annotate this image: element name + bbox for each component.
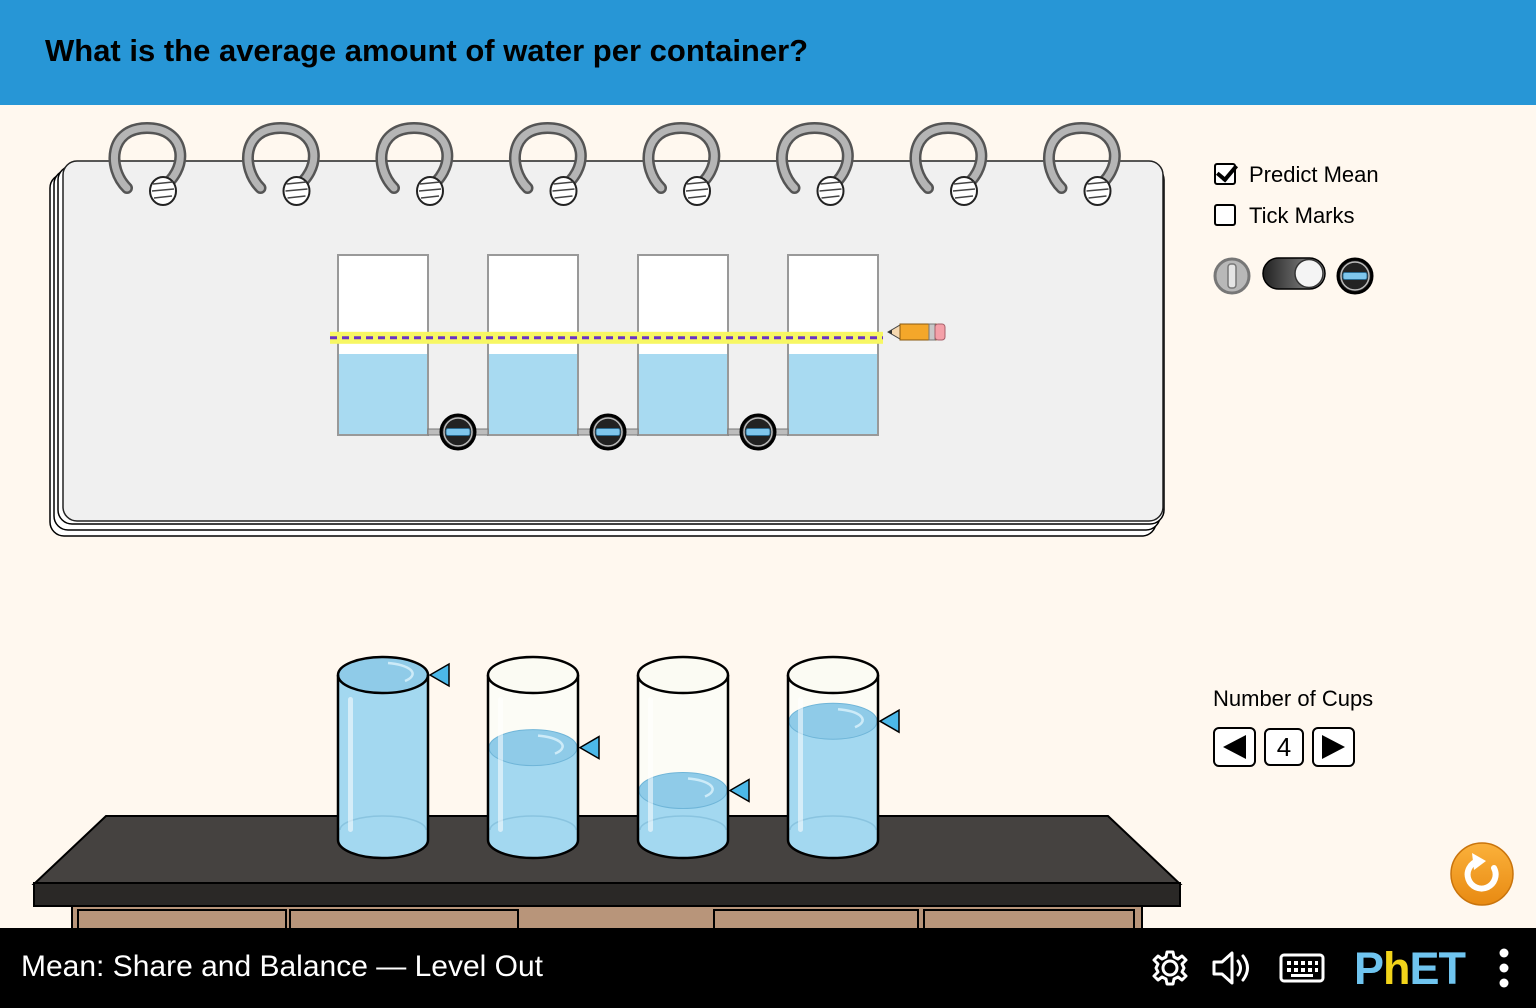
notepad-cup-water (638, 354, 728, 435)
cabinet-drawer (289, 909, 519, 928)
notepad-cup[interactable] (487, 254, 579, 436)
notepad-cup[interactable] (637, 254, 729, 436)
speaker-icon[interactable] (1210, 948, 1258, 988)
table-cup (786, 655, 880, 860)
cabinet-drawer (713, 909, 919, 928)
predict-mean-label[interactable]: Predict Mean (1249, 162, 1379, 188)
valve-closed-icon[interactable] (589, 413, 627, 451)
notepad-cup[interactable] (787, 254, 879, 436)
water-level-handle[interactable] (428, 662, 450, 688)
phet-logo[interactable]: PhET (1354, 943, 1467, 995)
pipe-toggle-switch[interactable] (1262, 257, 1326, 290)
predict-mean-checkbox[interactable] (1214, 163, 1236, 185)
water-level-handle[interactable] (878, 708, 900, 734)
notepad-cup-water (338, 354, 428, 435)
cabinet-drawer (77, 909, 287, 928)
table (31, 815, 1183, 928)
notepad-cup[interactable] (337, 254, 429, 436)
kebab-menu-icon[interactable] (1494, 946, 1514, 990)
water-level-handle[interactable] (728, 778, 750, 803)
valve-closed-icon[interactable] (739, 413, 777, 451)
table-cup (636, 655, 730, 860)
sim-title: Mean: Share and Balance — Level Out (21, 950, 543, 983)
valve-closed-icon (1336, 257, 1374, 295)
decrease-cups-button[interactable] (1213, 727, 1256, 767)
phet-logo-et: ET (1409, 943, 1467, 994)
keyboard-icon[interactable] (1279, 951, 1325, 985)
cabinet-drawer (923, 909, 1135, 928)
gear-icon[interactable] (1150, 948, 1190, 988)
tick-marks-checkbox[interactable] (1214, 204, 1236, 226)
notepad-cup-water (488, 354, 578, 435)
table-top (31, 815, 1183, 885)
sim-scene (31, 121, 1514, 928)
phet-logo-p: P (1354, 943, 1384, 994)
increase-cups-button[interactable] (1312, 727, 1355, 767)
number-of-cups-label: Number of Cups (1213, 686, 1374, 711)
notepad (49, 160, 1165, 537)
valve-open-icon (1213, 257, 1251, 295)
number-of-cups-value: 4 (1264, 728, 1304, 766)
table-cup (486, 655, 580, 860)
table-cup (336, 655, 430, 860)
valve-closed-icon[interactable] (439, 413, 477, 451)
notepad-cup-water (788, 354, 878, 435)
water-level-handle[interactable] (578, 735, 600, 760)
reset-all-button[interactable] (1450, 842, 1514, 906)
pipe-toggle-group (1213, 257, 1374, 295)
tick-marks-label[interactable]: Tick Marks (1249, 203, 1355, 229)
phet-logo-h: h (1383, 943, 1410, 994)
table-edge (33, 882, 1181, 907)
